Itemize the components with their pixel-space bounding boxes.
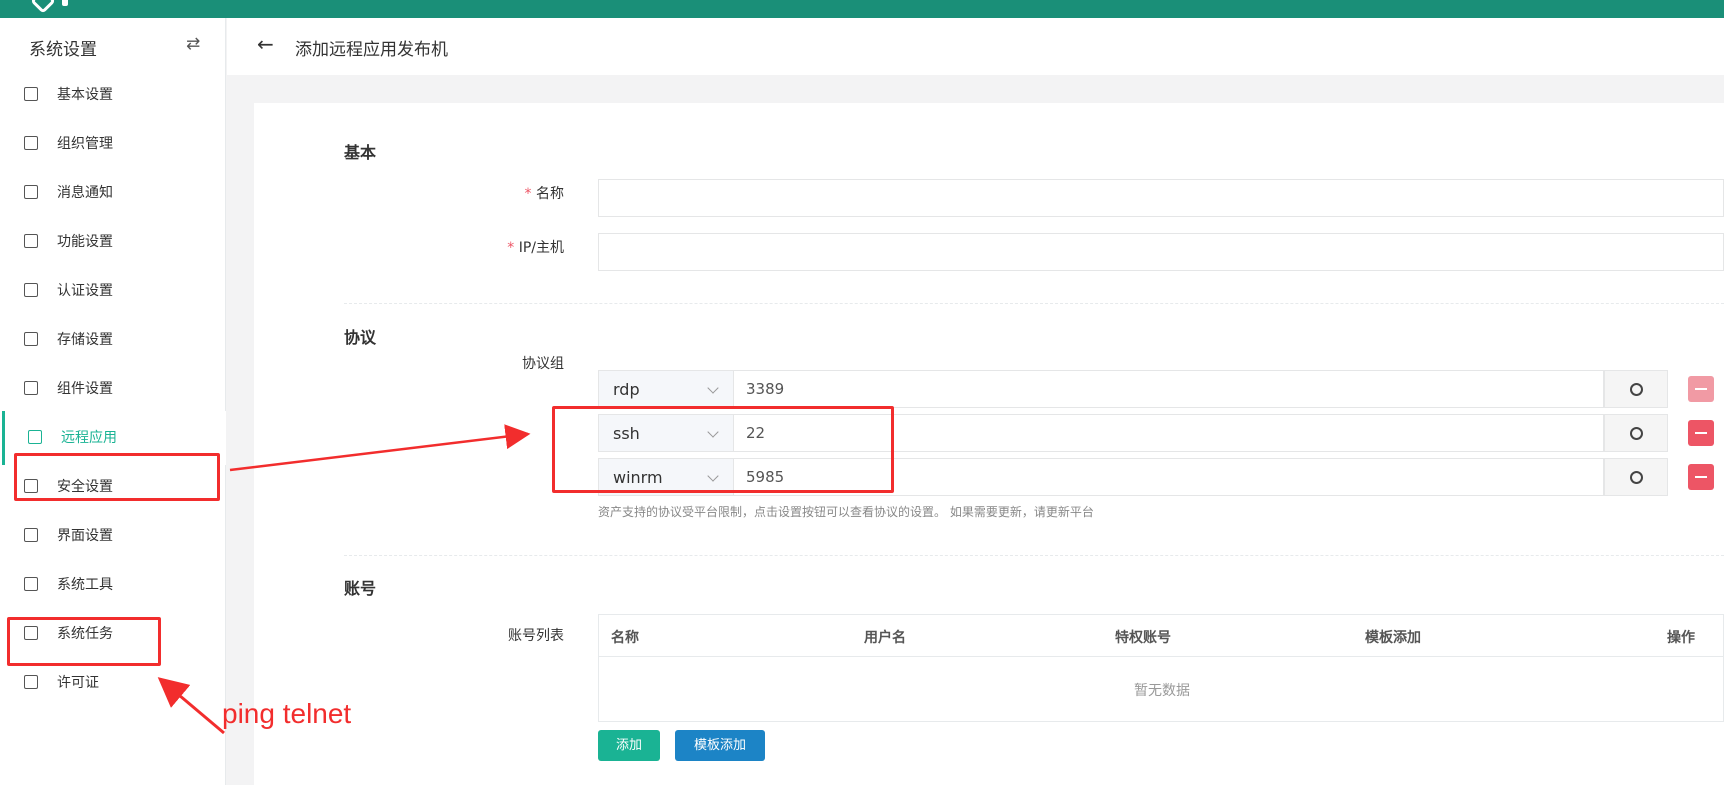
annotation-arrow <box>157 677 225 735</box>
app-root: 系统设置 ⇄ 基本设置 组织管理 消息通知 功能设置 认证设置 存储设置 组件设… <box>0 0 1724 785</box>
annotation-note: ping telnet <box>222 698 352 729</box>
annotation-arrows <box>157 424 531 735</box>
annotation-arrow <box>229 424 531 472</box>
